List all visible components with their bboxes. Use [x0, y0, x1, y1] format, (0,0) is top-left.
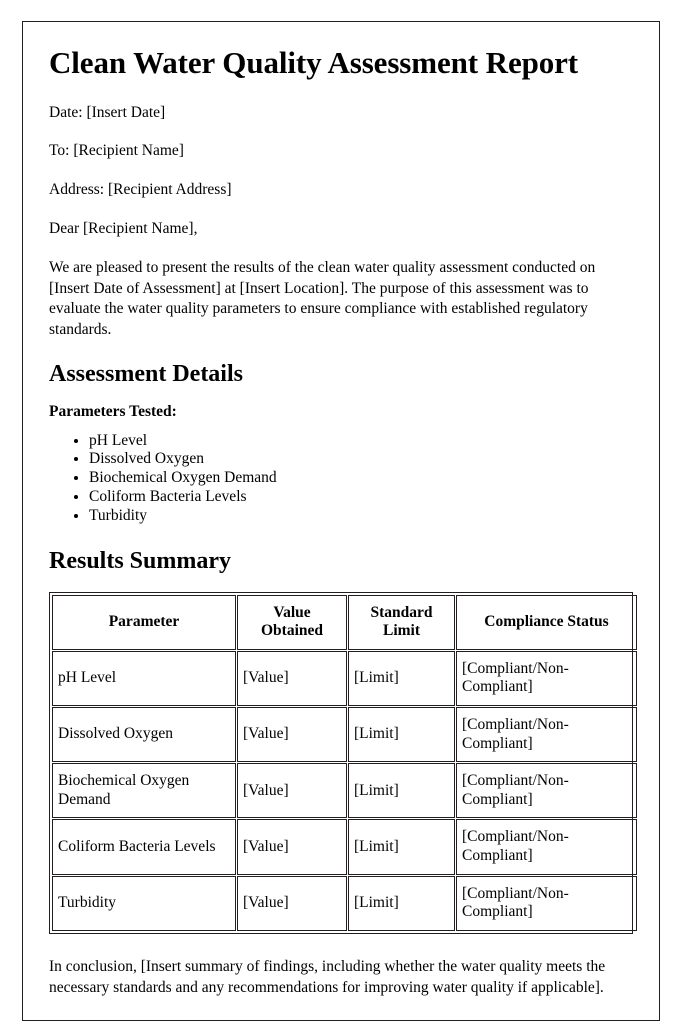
- list-item: Coliform Bacteria Levels: [89, 488, 633, 507]
- field-recipient-name: To: [Recipient Name]: [49, 142, 184, 160]
- cell-value: [Value]: [237, 819, 347, 875]
- cell-value: [Value]: [237, 650, 347, 707]
- cell-limit: [Limit]: [348, 707, 455, 763]
- cell-status: [Compliant/Non-Compliant]: [456, 875, 637, 931]
- table-row: Dissolved Oxygen [Value] [Limit] [Compli…: [52, 707, 637, 763]
- section-heading-assessment-details: Assessment Details: [49, 360, 243, 387]
- table-row: Biochemical Oxygen Demand [Value] [Limit…: [52, 763, 637, 819]
- cell-parameter: Turbidity: [52, 875, 236, 931]
- table-row: Coliform Bacteria Levels [Value] [Limit]…: [52, 819, 637, 875]
- table-body: pH Level [Value] [Limit] [Compliant/Non-…: [52, 650, 637, 931]
- cell-limit: [Limit]: [348, 875, 455, 931]
- conclusion-paragraph: In conclusion, [Insert summary of findin…: [49, 957, 606, 996]
- cell-value: [Value]: [237, 707, 347, 763]
- cell-parameter: Coliform Bacteria Levels: [52, 819, 236, 875]
- cell-limit: [Limit]: [348, 650, 455, 707]
- cell-status: [Compliant/Non-Compliant]: [456, 707, 637, 763]
- parameters-tested-list: pH Level Dissolved Oxygen Biochemical Ox…: [49, 432, 633, 527]
- column-header-value-obtained: Value Obtained: [237, 594, 347, 650]
- table-header: Parameter Value Obtained Standard Limit …: [52, 594, 637, 650]
- column-header-standard-limit: Standard Limit: [348, 594, 455, 650]
- list-item: Dissolved Oxygen: [89, 450, 633, 469]
- results-table-frame: Parameter Value Obtained Standard Limit …: [49, 591, 637, 934]
- page-title: Clean Water Quality Assessment Report: [49, 45, 579, 80]
- document-body: Clean Water Quality Assessment Report Da…: [23, 22, 659, 998]
- list-item: Biochemical Oxygen Demand: [89, 469, 633, 488]
- intro-paragraph: We are pleased to present the results of…: [49, 258, 596, 339]
- cell-value: [Value]: [237, 875, 347, 931]
- cell-limit: [Limit]: [348, 819, 455, 875]
- cell-value: [Value]: [237, 763, 347, 819]
- field-recipient-address: Address: [Recipient Address]: [49, 181, 232, 199]
- parameters-tested-label: Parameters Tested:: [49, 403, 177, 421]
- column-header-parameter: Parameter: [52, 594, 236, 650]
- field-date: Date: [Insert Date]: [49, 103, 166, 121]
- results-summary-table: Parameter Value Obtained Standard Limit …: [51, 594, 638, 932]
- cell-status: [Compliant/Non-Compliant]: [456, 819, 637, 875]
- salutation: Dear [Recipient Name],: [49, 220, 198, 238]
- column-header-compliance-status: Compliance Status: [456, 594, 637, 650]
- cell-parameter: pH Level: [52, 650, 236, 707]
- cell-status: [Compliant/Non-Compliant]: [456, 763, 637, 819]
- document-page: Clean Water Quality Assessment Report Da…: [22, 21, 660, 1021]
- list-item: pH Level: [89, 432, 633, 451]
- section-heading-results-summary: Results Summary: [49, 548, 232, 575]
- table-row: pH Level [Value] [Limit] [Compliant/Non-…: [52, 650, 637, 707]
- cell-parameter: Dissolved Oxygen: [52, 707, 236, 763]
- table-header-row: Parameter Value Obtained Standard Limit …: [52, 594, 637, 650]
- cell-limit: [Limit]: [348, 763, 455, 819]
- list-item: Turbidity: [89, 507, 633, 526]
- table-row: Turbidity [Value] [Limit] [Compliant/Non…: [52, 875, 637, 931]
- cell-parameter: Biochemical Oxygen Demand: [52, 763, 236, 819]
- cell-status: [Compliant/Non-Compliant]: [456, 650, 637, 707]
